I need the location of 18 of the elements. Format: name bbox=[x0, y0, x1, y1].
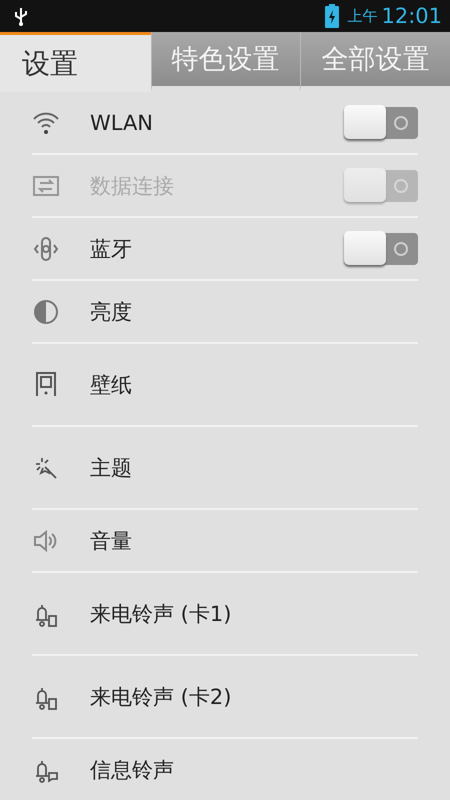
setting-label[interactable]: 来电铃声 (卡2) bbox=[90, 682, 418, 710]
battery-charging-icon bbox=[325, 4, 340, 28]
bluetooth-icon bbox=[32, 234, 60, 262]
clock-time: 12:01 bbox=[381, 4, 442, 28]
setting-label[interactable]: 壁纸 bbox=[90, 370, 418, 398]
setting-label[interactable]: 蓝牙 bbox=[90, 234, 344, 262]
setting-label[interactable]: 信息铃声 bbox=[90, 756, 418, 784]
brightness-icon bbox=[32, 298, 60, 326]
toggle-switch[interactable] bbox=[344, 106, 418, 138]
setting-label[interactable]: 来电铃声 (卡1) bbox=[90, 600, 418, 628]
toggle-switch[interactable] bbox=[344, 232, 418, 264]
tab[interactable]: 设置 bbox=[0, 32, 151, 92]
setting-label[interactable]: 亮度 bbox=[90, 298, 418, 326]
time-period: 上午 bbox=[347, 6, 378, 26]
usb-icon bbox=[14, 6, 28, 26]
setting-label[interactable]: 主题 bbox=[90, 454, 418, 482]
setting-label[interactable]: 音量 bbox=[90, 526, 418, 554]
setting-label[interactable]: WLAN bbox=[90, 110, 344, 134]
